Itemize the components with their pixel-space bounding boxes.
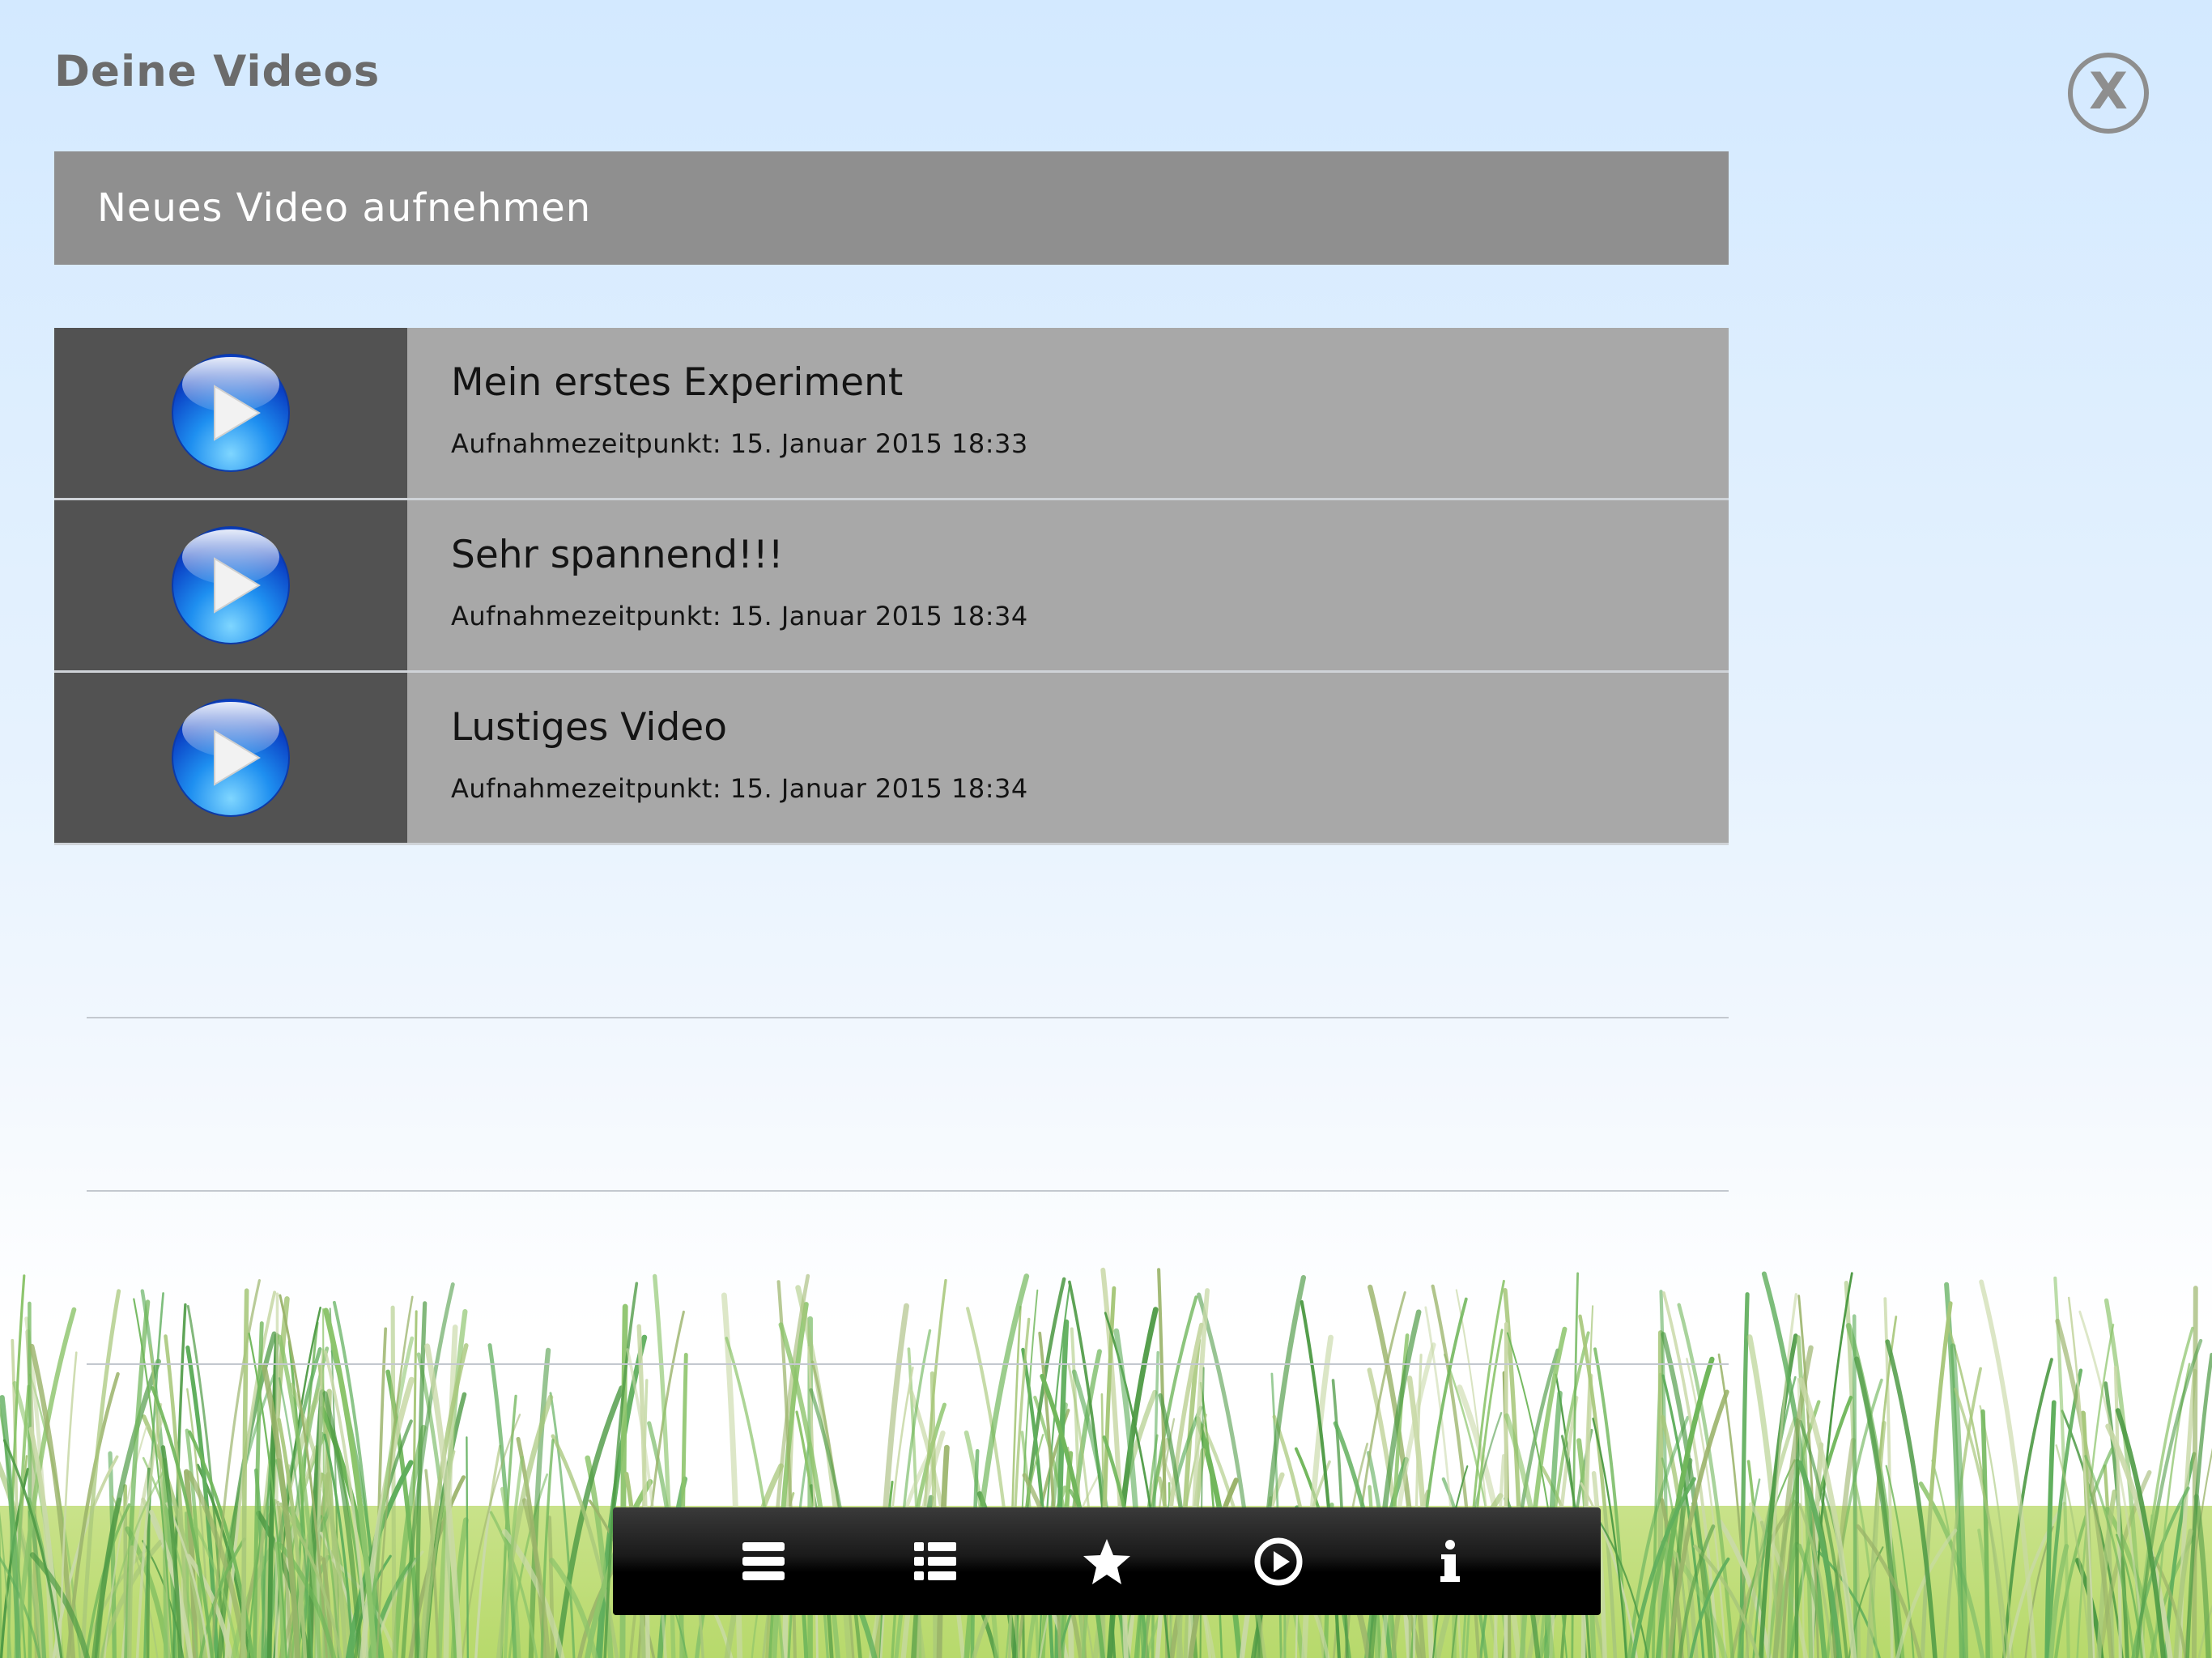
grass-blade	[274, 1292, 279, 1658]
video-row[interactable]: Lustiges Video Aufnahmezeitpunkt: 15. Ja…	[54, 673, 1729, 845]
close-icon: X	[2089, 62, 2128, 121]
video-title: Mein erstes Experiment	[451, 360, 904, 405]
grass-blade	[2191, 1286, 2198, 1658]
video-row[interactable]: Sehr spannend!!! Aufnahmezeitpunkt: 15. …	[54, 500, 1729, 673]
video-row[interactable]: Mein erstes Experiment Aufnahmezeitpunkt…	[54, 328, 1729, 500]
video-info[interactable]: Sehr spannend!!! Aufnahmezeitpunkt: 15. …	[407, 500, 1729, 670]
grass-blade	[127, 1545, 134, 1658]
menu-icon	[742, 1541, 785, 1580]
video-title: Lustiges Video	[451, 705, 727, 750]
video-thumbnail[interactable]	[54, 328, 407, 498]
close-button[interactable]: X	[2068, 53, 2149, 134]
play-button-icon[interactable]	[170, 352, 291, 474]
grass-blade	[28, 1301, 32, 1658]
video-thumbnail[interactable]	[54, 500, 407, 670]
tab-favorites[interactable]	[1058, 1521, 1155, 1602]
tab-info[interactable]	[1402, 1521, 1499, 1602]
bottom-tab-bar	[613, 1507, 1601, 1615]
video-date: Aufnahmezeitpunkt: 15. Januar 2015 18:34	[451, 601, 1028, 631]
video-info[interactable]: Mein erstes Experiment Aufnahmezeitpunkt…	[407, 328, 1729, 498]
info-icon	[1440, 1539, 1460, 1582]
play-button-icon[interactable]	[170, 697, 291, 818]
list-icon	[914, 1541, 956, 1580]
tab-menu[interactable]	[715, 1521, 812, 1602]
video-list: Mein erstes Experiment Aufnahmezeitpunkt…	[54, 328, 1729, 845]
empty-row-divider	[87, 1363, 1729, 1365]
video-date: Aufnahmezeitpunkt: 15. Januar 2015 18:33	[451, 428, 1028, 459]
page-title: Deine Videos	[54, 47, 381, 96]
empty-row-divider	[87, 1190, 1729, 1192]
new-video-button[interactable]: Neues Video aufnehmen	[54, 151, 1729, 265]
grass-blade	[390, 1305, 397, 1658]
play-button-icon[interactable]	[170, 525, 291, 646]
video-title: Sehr spannend!!!	[451, 533, 784, 577]
video-thumbnail[interactable]	[54, 673, 407, 843]
play-icon	[1254, 1537, 1303, 1585]
video-info[interactable]: Lustiges Video Aufnahmezeitpunkt: 15. Ja…	[407, 673, 1729, 843]
grass-blade	[466, 1436, 469, 1658]
star-icon	[1083, 1538, 1130, 1584]
tab-list[interactable]	[887, 1521, 984, 1602]
empty-row-divider	[87, 1017, 1729, 1018]
videos-screen: Deine Videos X Neues Video aufnehmen Mei…	[0, 0, 2212, 1658]
video-date: Aufnahmezeitpunkt: 15. Januar 2015 18:34	[451, 773, 1028, 804]
tab-play[interactable]	[1230, 1521, 1327, 1602]
